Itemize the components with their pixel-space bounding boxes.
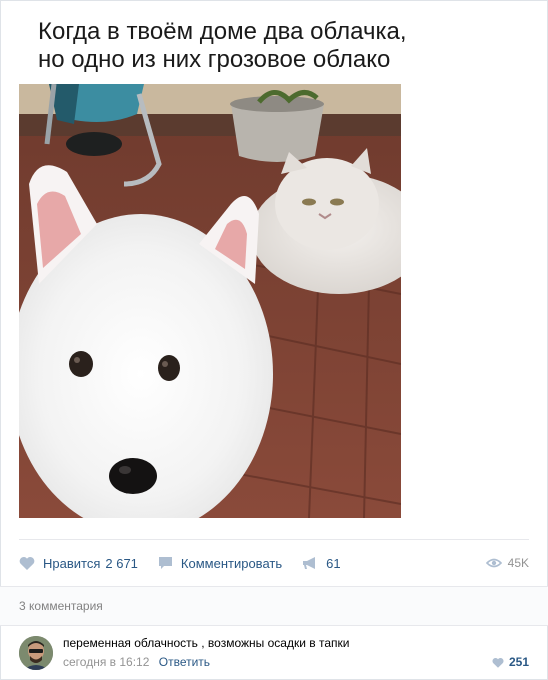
like-count: 2 671 xyxy=(105,555,138,571)
meme-image: Когда в твоём доме два облачка, но одно … xyxy=(0,0,548,530)
like-button[interactable]: Нравится 2 671 xyxy=(19,551,138,575)
comment-icon xyxy=(158,557,172,569)
meme-caption-line-1: Когда в твоём доме два облачка, xyxy=(38,18,407,45)
views-count: 45K xyxy=(507,556,529,570)
comment-button[interactable]: Комментировать xyxy=(158,551,282,575)
meme-photo xyxy=(19,84,401,518)
share-button[interactable]: 61 xyxy=(302,551,341,575)
share-count: 61 xyxy=(326,555,341,571)
comment-meta: сегодня в 16:12 Ответить xyxy=(63,655,210,669)
comment-text: переменная облачность , возможны осадки … xyxy=(63,636,350,650)
comment-like-count: 251 xyxy=(508,655,529,669)
comment-like-button[interactable]: 251 xyxy=(492,655,529,669)
megaphone-icon xyxy=(303,557,316,569)
eye-icon xyxy=(485,558,502,568)
comments-count-label: 3 комментария xyxy=(19,599,103,613)
comment-item: переменная облачность , возможны осадки … xyxy=(19,634,529,674)
views-counter: 45K xyxy=(485,556,529,570)
meme-caption-line-2: но одно из них грозовое облако xyxy=(38,46,391,73)
comment-label: Комментировать xyxy=(180,555,283,571)
comments-header[interactable]: 3 комментария xyxy=(0,586,548,626)
post-actions-bar: Нравится 2 671 Комментировать 61 45K xyxy=(19,539,529,586)
heart-icon xyxy=(492,657,504,668)
meme-caption: Когда в твоём доме два облачка, но одно … xyxy=(38,18,498,74)
comment-time[interactable]: сегодня в 16:12 xyxy=(63,655,149,669)
like-label: Нравится xyxy=(43,555,101,571)
heart-icon xyxy=(19,556,35,570)
avatar[interactable] xyxy=(19,636,53,670)
reply-button[interactable]: Ответить xyxy=(159,655,210,669)
